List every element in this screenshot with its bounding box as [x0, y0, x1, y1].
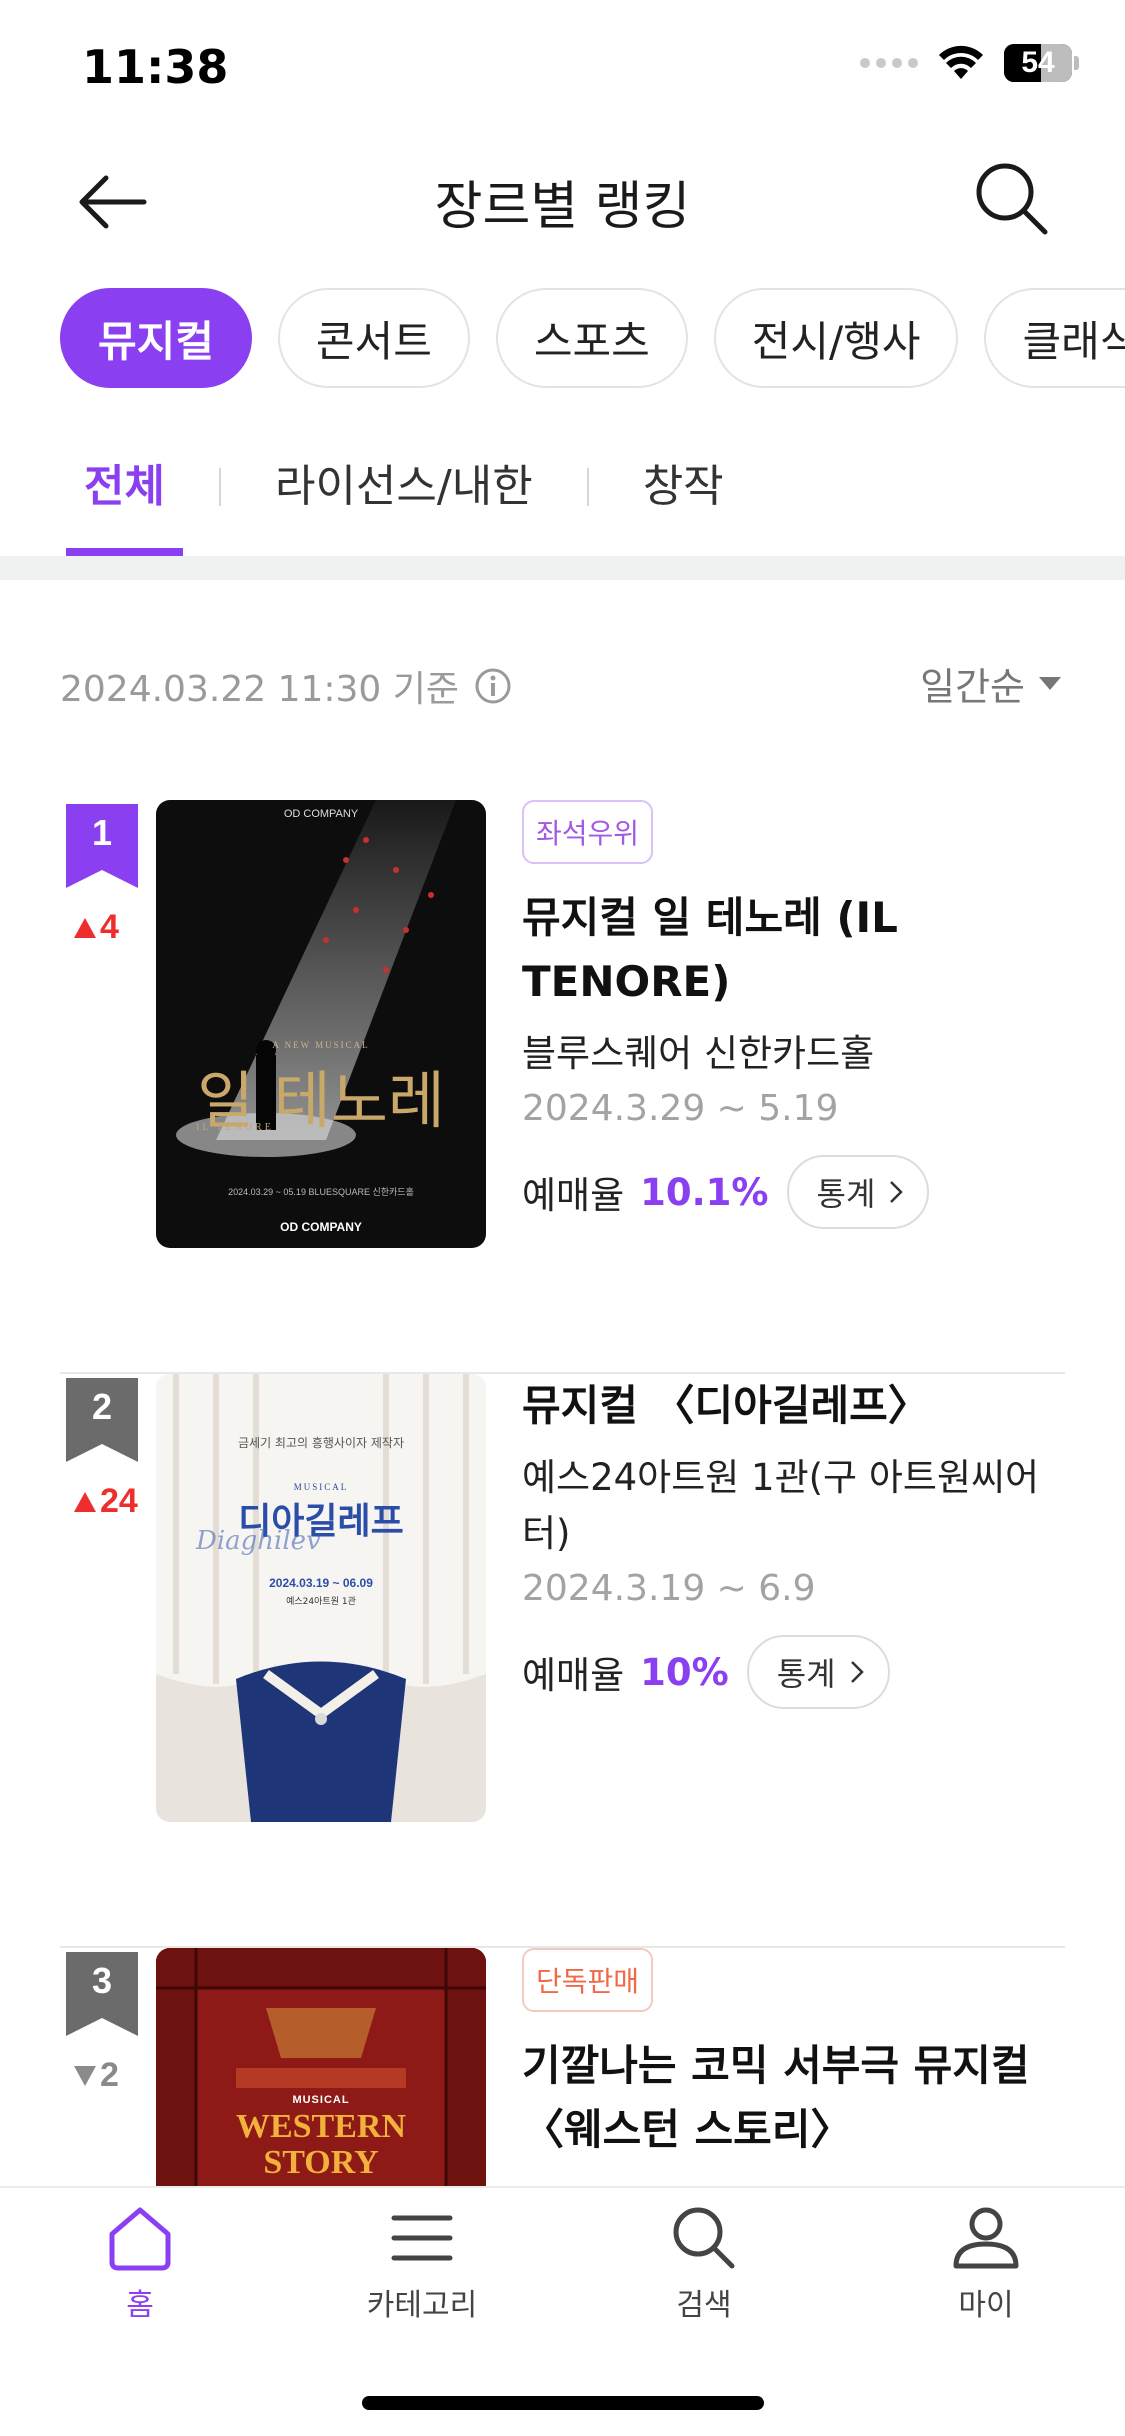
rank-badge: 2: [66, 1378, 138, 1462]
rank-number: 1: [91, 812, 113, 853]
ranking-item[interactable]: 3 2 MUSICAL WESTERN STORY 단독판매 기깔나는 코믹 서…: [0, 1948, 1125, 2186]
poster-company: OD COMPANY: [283, 808, 359, 820]
header-search-button[interactable]: [971, 158, 1053, 240]
rank-number: 3: [91, 1960, 113, 2001]
item-title[interactable]: 뮤지컬 〈디아길레프〉: [522, 1374, 1082, 1438]
caret-down-icon: [1039, 677, 1061, 690]
stats-label: 통계: [776, 1655, 836, 1693]
item-tag: 좌석우위: [522, 800, 654, 864]
nav-label: 검색: [676, 2288, 732, 2323]
rate-value: 10%: [640, 1650, 729, 1694]
item-info: 좌석우위 뮤지컬 일 테노레 (IL TENORE) 블루스퀘어 신한카드홀 2…: [522, 800, 1082, 1229]
poster-venue: 예스24아트원 1관: [286, 1597, 356, 1607]
poster-script: Diaghilev: [196, 1526, 321, 1556]
rank-change: 4: [74, 908, 119, 947]
status-icons: 54: [860, 44, 1079, 82]
tab-original[interactable]: 창작: [619, 440, 748, 556]
poster-subtitle: A NEW MUSICAL: [272, 1040, 370, 1050]
search-icon: [673, 2207, 735, 2269]
poster-image[interactable]: 금세기 최고의 흥행사이자 제작자 MUSICAL 디아길레프 Diaghile…: [156, 1374, 486, 1822]
poster-small: MUSICAL: [292, 2094, 350, 2106]
home-icon: [109, 2207, 171, 2271]
ranking-item[interactable]: 1 4 OD COMPANY A NEW MUSICAL 일 테노레 IL TE…: [0, 800, 1125, 1374]
item-venue: 예스24아트원 1관(구 아트원씨어터): [522, 1456, 1040, 1555]
poster-dates: 2024.03.19 ~ 06.09: [269, 1576, 373, 1590]
item-title[interactable]: 기깔나는 코믹 서부극 뮤지컬 〈웨스턴 스토리〉: [522, 2034, 1082, 2162]
item-info: 단독판매 기깔나는 코믹 서부극 뮤지컬 〈웨스턴 스토리〉: [522, 1948, 1082, 2162]
rate-label: 예매율: [522, 1654, 625, 1697]
nav-my[interactable]: 마이: [886, 2202, 1086, 2324]
tab-license[interactable]: 라이선스/내한: [251, 440, 557, 556]
home-indicator: [362, 2396, 764, 2410]
header: 장르별 랭킹: [0, 140, 1125, 260]
poster-image[interactable]: MUSICAL WESTERN STORY: [156, 1948, 486, 2186]
nav-label: 홈: [126, 2288, 154, 2323]
status-bar: 11:38 54: [0, 0, 1125, 130]
cellular-signal-icon: [860, 58, 918, 68]
rate-value: 10.1%: [640, 1170, 769, 1214]
poster-line1: WESTERN: [235, 2108, 407, 2145]
genre-chip-sports[interactable]: 스포츠: [495, 288, 688, 388]
status-time: 11:38: [82, 40, 229, 94]
wifi-icon: [939, 45, 983, 79]
item-dates: 2024.3.29 ~ 5.19: [522, 1088, 839, 1129]
genre-chip-classic[interactable]: 클래식: [984, 288, 1125, 388]
sub-tabs: 전체 라이선스/내한 창작: [60, 440, 748, 556]
poster-top-line: 금세기 최고의 흥행사이자 제작자: [237, 1436, 404, 1450]
sort-dropdown[interactable]: 일간순: [920, 656, 1061, 711]
rank-up-icon: [74, 1491, 96, 1512]
nav-label: 마이: [958, 2288, 1014, 2323]
rank-up-icon: [74, 917, 96, 938]
nav-home[interactable]: 홈: [40, 2202, 240, 2324]
genre-chip-exhibition[interactable]: 전시/행사: [713, 288, 959, 388]
booking-rate-row: 예매율 10.1% 통계: [522, 1155, 1082, 1229]
tab-divider: [218, 468, 221, 506]
rank-badge: 3: [66, 1952, 138, 2036]
genre-chip-musical[interactable]: 뮤지컬: [60, 288, 252, 388]
nav-search[interactable]: 검색: [604, 2202, 804, 2324]
genre-chip-concert[interactable]: 콘서트: [277, 288, 470, 388]
basis-timestamp: 2024.03.22 11:30 기준: [60, 669, 459, 710]
menu-icon: [391, 2215, 453, 2261]
rank-badge: 1: [66, 804, 138, 888]
item-dates: 2024.3.19 ~ 6.9: [522, 1568, 816, 1609]
rank-number: 2: [91, 1386, 113, 1427]
poster-dates: 2024.03.29 ~ 05.19 BLUESQUARE 신한카드홀: [228, 1187, 414, 1197]
chevron-right-icon: [890, 1181, 904, 1203]
page-title: 장르별 랭킹: [434, 177, 691, 237]
poster-line2: STORY: [263, 2144, 379, 2181]
tab-divider: [586, 468, 589, 506]
rate-label: 예매율: [522, 1174, 625, 1217]
rank-change: 24: [74, 1482, 138, 1521]
rank-down-icon: [74, 2065, 96, 2086]
battery-level: 54: [1021, 46, 1055, 79]
stats-button[interactable]: 통계: [786, 1155, 930, 1229]
nav-label: 카테고리: [366, 2288, 478, 2323]
booking-rate-row: 예매율 10% 통계: [522, 1635, 1082, 1709]
nav-category[interactable]: 카테고리: [322, 2202, 522, 2324]
stats-label: 통계: [816, 1175, 876, 1213]
rank-change: 2: [74, 2056, 119, 2095]
stats-button[interactable]: 통계: [746, 1635, 890, 1709]
item-title[interactable]: 뮤지컬 일 테노레 (IL TENORE): [522, 886, 1082, 1014]
poster-small: MUSICAL: [293, 1482, 349, 1492]
user-icon: [953, 2207, 1019, 2269]
item-venue: 블루스퀘어 신한카드홀: [522, 1032, 875, 1075]
genre-chips: 뮤지컬 콘서트 스포츠 전시/행사 클래식: [60, 288, 1125, 390]
ranking-item[interactable]: 2 24 금세기 최고의 흥행사이자 제작자 MUSICAL 디아길레프 Dia…: [0, 1374, 1125, 1948]
battery-icon: 54: [1004, 44, 1072, 82]
section-divider: [0, 556, 1125, 580]
item-tag: 단독판매: [522, 1948, 654, 2012]
poster-footer: OD COMPANY: [280, 1220, 362, 1234]
search-icon: [976, 163, 1048, 235]
chevron-right-icon: [850, 1661, 864, 1683]
tab-all[interactable]: 전체: [60, 440, 189, 556]
sort-label: 일간순: [920, 665, 1025, 709]
item-info: 뮤지컬 〈디아길레프〉 예스24아트원 1관(구 아트원씨어터) 2024.3.…: [522, 1374, 1082, 1709]
info-icon[interactable]: [473, 666, 513, 706]
poster-image[interactable]: OD COMPANY A NEW MUSICAL 일 테노레 IL TENORE…: [156, 800, 486, 1248]
ranking-basis: 2024.03.22 11:30 기준: [60, 660, 513, 712]
poster-en-title: IL TENORE: [196, 1122, 274, 1133]
